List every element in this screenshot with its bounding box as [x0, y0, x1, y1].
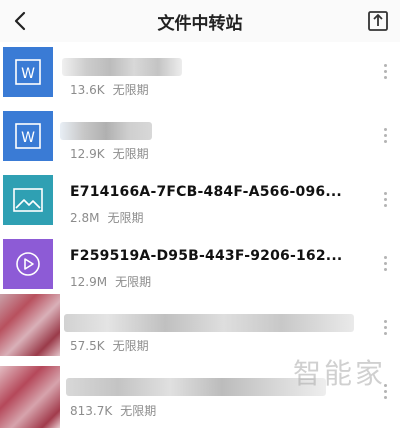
more-button[interactable] — [378, 56, 392, 86]
list-item[interactable]: W 13.6K 无限期 — [0, 44, 400, 108]
image-thumbnail — [0, 294, 60, 356]
svg-text:W: W — [21, 66, 35, 82]
blurred-file-name — [64, 314, 354, 332]
blurred-file-name — [66, 378, 326, 396]
list-item[interactable]: W 12.9K 无限期 — [0, 108, 400, 172]
file-meta: 813.7K 无限期 — [70, 402, 156, 419]
file-meta: 12.9K 无限期 — [70, 145, 149, 162]
page-title: 文件中转站 — [157, 14, 243, 34]
back-button[interactable] — [8, 6, 34, 36]
file-meta: 13.6K 无限期 — [70, 81, 149, 98]
upload-icon — [368, 11, 388, 31]
image-thumbnail — [0, 366, 60, 428]
file-expiry: 无限期 — [112, 83, 149, 97]
file-size: 57.5K — [70, 339, 105, 353]
more-dots-icon — [383, 255, 387, 259]
more-dots-icon — [383, 191, 387, 195]
file-expiry: 无限期 — [115, 275, 152, 289]
file-size: 813.7K — [70, 404, 113, 418]
more-dots-icon — [383, 127, 387, 131]
list-item[interactable]: F259519A-D95B-443F-9206-162... 12.9M 无限期 — [0, 236, 400, 300]
file-name: E714166A-7FCB-484F-A566-096... — [70, 184, 342, 200]
blurred-file-name — [62, 58, 182, 76]
list-item[interactable]: E714166A-7FCB-484F-A566-096... 2.8M 无限期 — [0, 172, 400, 236]
more-button[interactable] — [378, 312, 392, 342]
more-button[interactable] — [378, 248, 392, 278]
navigation-bar: 文件中转站 — [0, 0, 400, 42]
more-dots-icon — [383, 319, 387, 323]
file-name: F259519A-D95B-443F-9206-162... — [70, 248, 343, 264]
file-meta: 57.5K 无限期 — [70, 337, 149, 354]
file-expiry: 无限期 — [112, 147, 149, 161]
file-expiry: 无限期 — [107, 211, 144, 225]
file-size: 12.9K — [70, 147, 105, 161]
image-file-icon — [3, 175, 53, 225]
more-button[interactable] — [378, 120, 392, 150]
file-size: 2.8M — [70, 211, 100, 225]
file-size: 12.9M — [70, 275, 108, 289]
video-file-icon — [3, 239, 53, 289]
chevron-left-icon — [14, 11, 26, 31]
export-button[interactable] — [364, 7, 392, 35]
word-doc-icon: W — [3, 47, 53, 97]
file-size: 13.6K — [70, 83, 105, 97]
more-dots-icon — [383, 63, 387, 67]
file-meta: 12.9M 无限期 — [70, 273, 151, 290]
svg-text:W: W — [21, 130, 35, 146]
file-expiry: 无限期 — [112, 339, 149, 353]
file-expiry: 无限期 — [120, 404, 157, 418]
word-doc-icon: W — [3, 111, 53, 161]
more-button[interactable] — [378, 184, 392, 214]
blurred-file-name — [60, 122, 152, 140]
watermark: 智能家 — [292, 357, 386, 390]
file-meta: 2.8M 无限期 — [70, 209, 143, 226]
